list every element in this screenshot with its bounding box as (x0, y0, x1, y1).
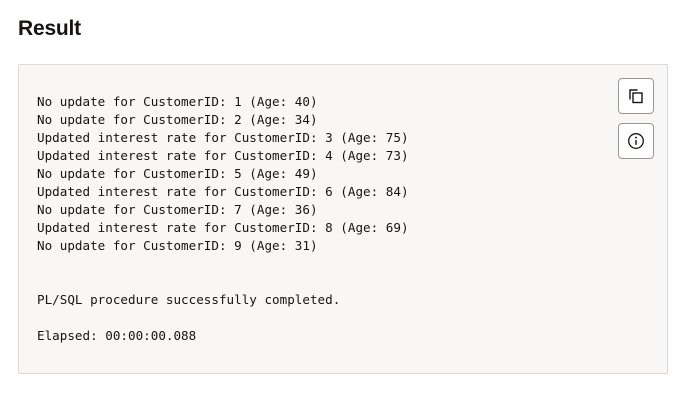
copy-button[interactable] (618, 78, 654, 114)
output-panel: No update for CustomerID: 1 (Age: 40) No… (18, 64, 668, 374)
script-output-text: No update for CustomerID: 1 (Age: 40) No… (37, 94, 409, 343)
copy-icon (627, 87, 645, 105)
info-button[interactable] (618, 123, 654, 159)
info-icon (627, 132, 645, 150)
page-title: Result (18, 17, 81, 40)
